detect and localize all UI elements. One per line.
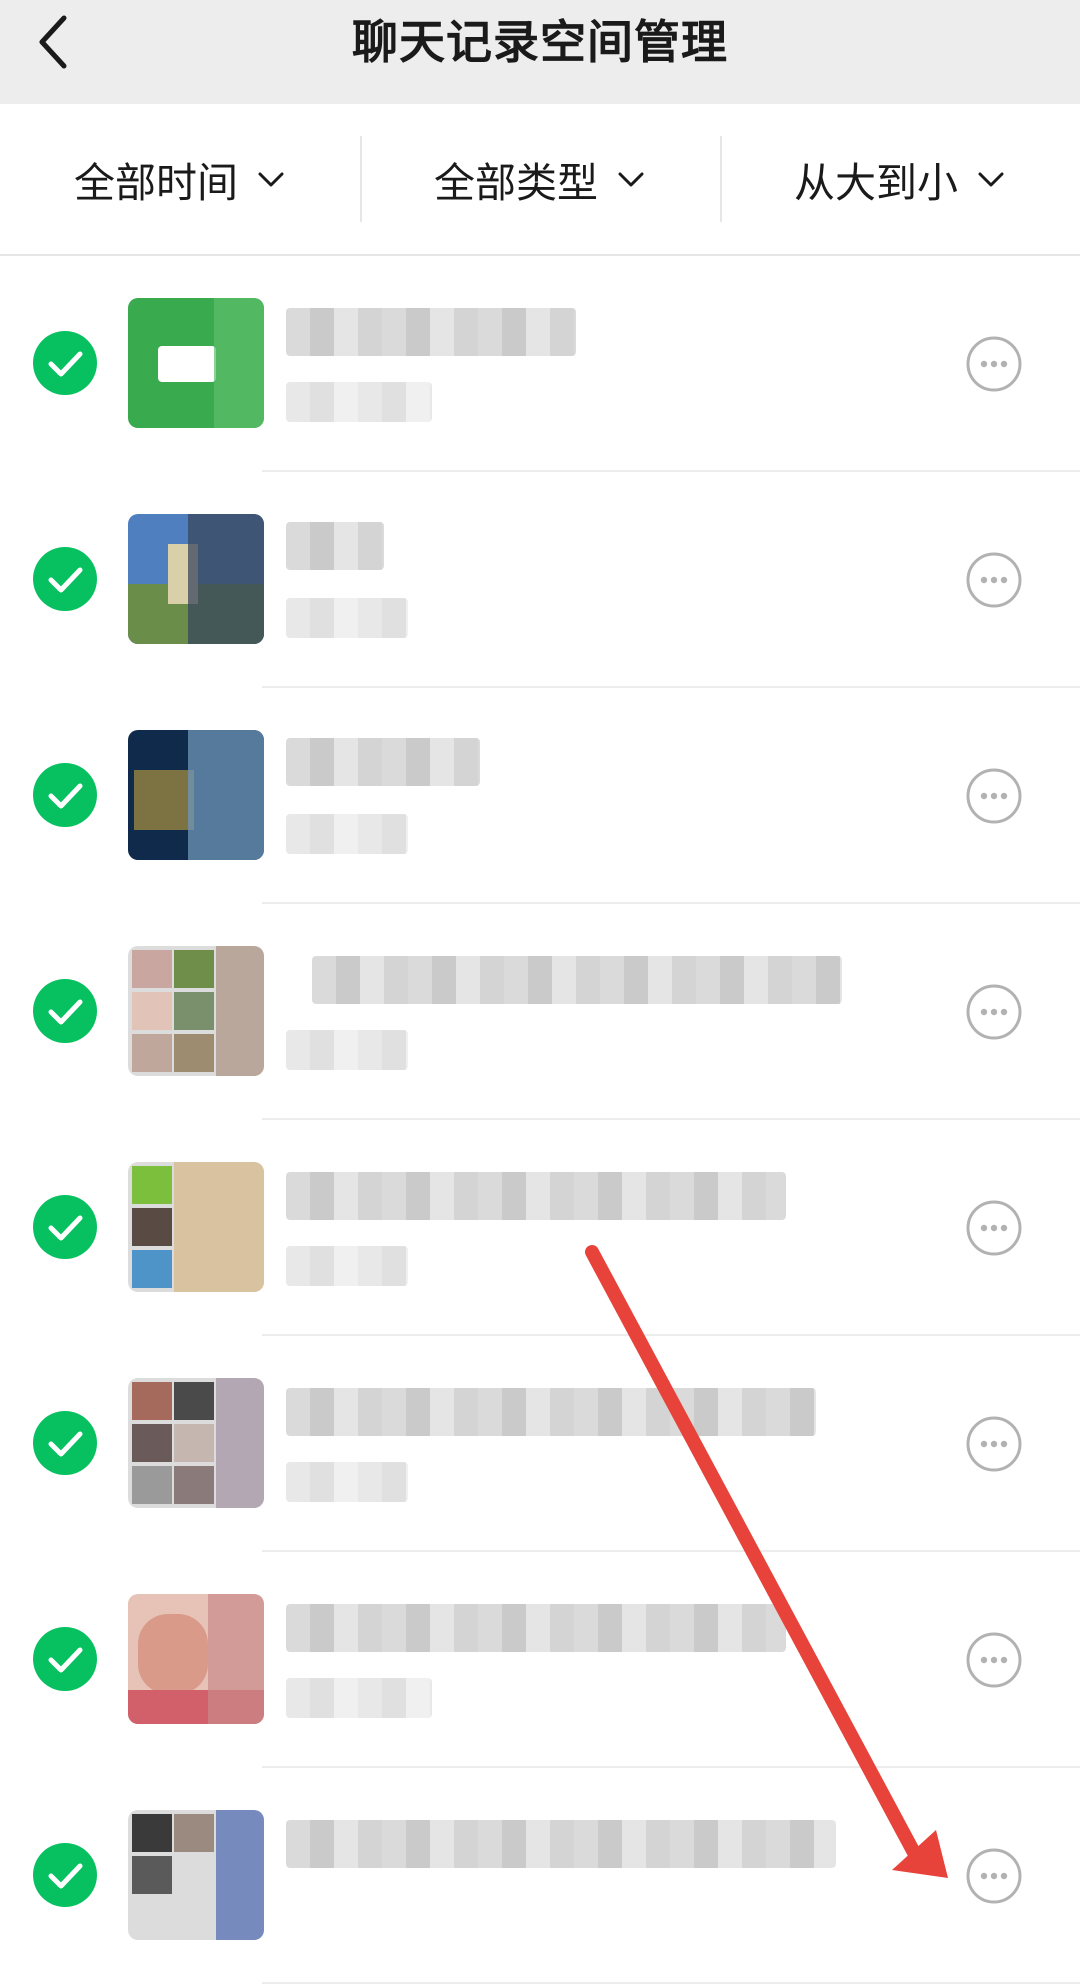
- blurred-title: [312, 956, 842, 1004]
- list-item[interactable]: [0, 472, 1080, 688]
- more-button[interactable]: [966, 1416, 1022, 1472]
- check-circle-icon: [33, 1627, 97, 1691]
- selected-checkbox[interactable]: [32, 1626, 98, 1692]
- selected-checkbox[interactable]: [32, 1842, 98, 1908]
- filter-bar: 全部时间 全部类型 从大到小: [0, 104, 1080, 256]
- chevron-down-icon: [618, 172, 644, 187]
- blurred-title: [286, 1820, 836, 1868]
- more-horizontal-icon: [966, 1416, 1022, 1472]
- more-horizontal-icon: [966, 552, 1022, 608]
- blurred-title: [286, 738, 480, 786]
- filter-time-dropdown[interactable]: 全部时间: [0, 104, 360, 254]
- blurred-size: [286, 382, 432, 422]
- selected-checkbox[interactable]: [32, 978, 98, 1044]
- page-title: 聊天记录空间管理: [352, 15, 728, 69]
- chat-list: [0, 256, 1080, 1984]
- check-circle-icon: [33, 331, 97, 395]
- avatar: [128, 946, 264, 1076]
- avatar: [128, 730, 264, 860]
- list-item[interactable]: [0, 688, 1080, 904]
- list-item[interactable]: [0, 1552, 1080, 1768]
- avatar: [128, 514, 264, 644]
- blurred-size: [286, 1678, 432, 1718]
- more-horizontal-icon: [966, 1848, 1022, 1904]
- filter-sort-dropdown[interactable]: 从大到小: [720, 104, 1080, 254]
- filter-time-label: 全部时间: [74, 159, 238, 207]
- blurred-size: [286, 1246, 408, 1286]
- avatar: [128, 1378, 264, 1508]
- check-circle-icon: [33, 763, 97, 827]
- selected-checkbox[interactable]: [32, 1194, 98, 1260]
- selected-checkbox[interactable]: [32, 546, 98, 612]
- check-circle-icon: [33, 979, 97, 1043]
- list-item[interactable]: [0, 1120, 1080, 1336]
- more-button[interactable]: [966, 1632, 1022, 1688]
- filter-type-label: 全部类型: [434, 159, 598, 207]
- more-horizontal-icon: [966, 1200, 1022, 1256]
- more-button[interactable]: [966, 1200, 1022, 1256]
- selected-checkbox[interactable]: [32, 330, 98, 396]
- top-bar: 聊天记录空间管理: [0, 0, 1080, 104]
- blurred-size: [286, 1462, 408, 1502]
- more-horizontal-icon: [966, 768, 1022, 824]
- more-button[interactable]: [966, 984, 1022, 1040]
- blurred-title: [286, 308, 576, 356]
- avatar: [128, 1594, 264, 1724]
- check-circle-icon: [33, 1843, 97, 1907]
- list-item[interactable]: [0, 1336, 1080, 1552]
- filter-type-dropdown[interactable]: 全部类型: [360, 104, 720, 254]
- avatar: [128, 1162, 264, 1292]
- list-item[interactable]: [0, 1768, 1080, 1984]
- blurred-title: [286, 522, 384, 570]
- list-item[interactable]: [0, 256, 1080, 472]
- avatar: [128, 298, 264, 428]
- list-item[interactable]: [0, 904, 1080, 1120]
- blurred-title: [286, 1172, 786, 1220]
- more-horizontal-icon: [966, 1632, 1022, 1688]
- check-circle-icon: [33, 547, 97, 611]
- more-button[interactable]: [966, 336, 1022, 392]
- blurred-size: [286, 598, 408, 638]
- chevron-down-icon: [258, 172, 284, 187]
- more-button[interactable]: [966, 1848, 1022, 1904]
- blurred-size: [286, 814, 408, 854]
- blurred-title: [286, 1604, 786, 1652]
- more-button[interactable]: [966, 768, 1022, 824]
- more-horizontal-icon: [966, 336, 1022, 392]
- selected-checkbox[interactable]: [32, 1410, 98, 1476]
- blurred-size: [286, 1030, 408, 1070]
- chevron-down-icon: [978, 172, 1004, 187]
- filter-sort-label: 从大到小: [794, 159, 958, 207]
- avatar: [128, 1810, 264, 1940]
- more-button[interactable]: [966, 552, 1022, 608]
- check-circle-icon: [33, 1411, 97, 1475]
- check-circle-icon: [33, 1195, 97, 1259]
- blurred-title: [286, 1388, 816, 1436]
- selected-checkbox[interactable]: [32, 762, 98, 828]
- more-horizontal-icon: [966, 984, 1022, 1040]
